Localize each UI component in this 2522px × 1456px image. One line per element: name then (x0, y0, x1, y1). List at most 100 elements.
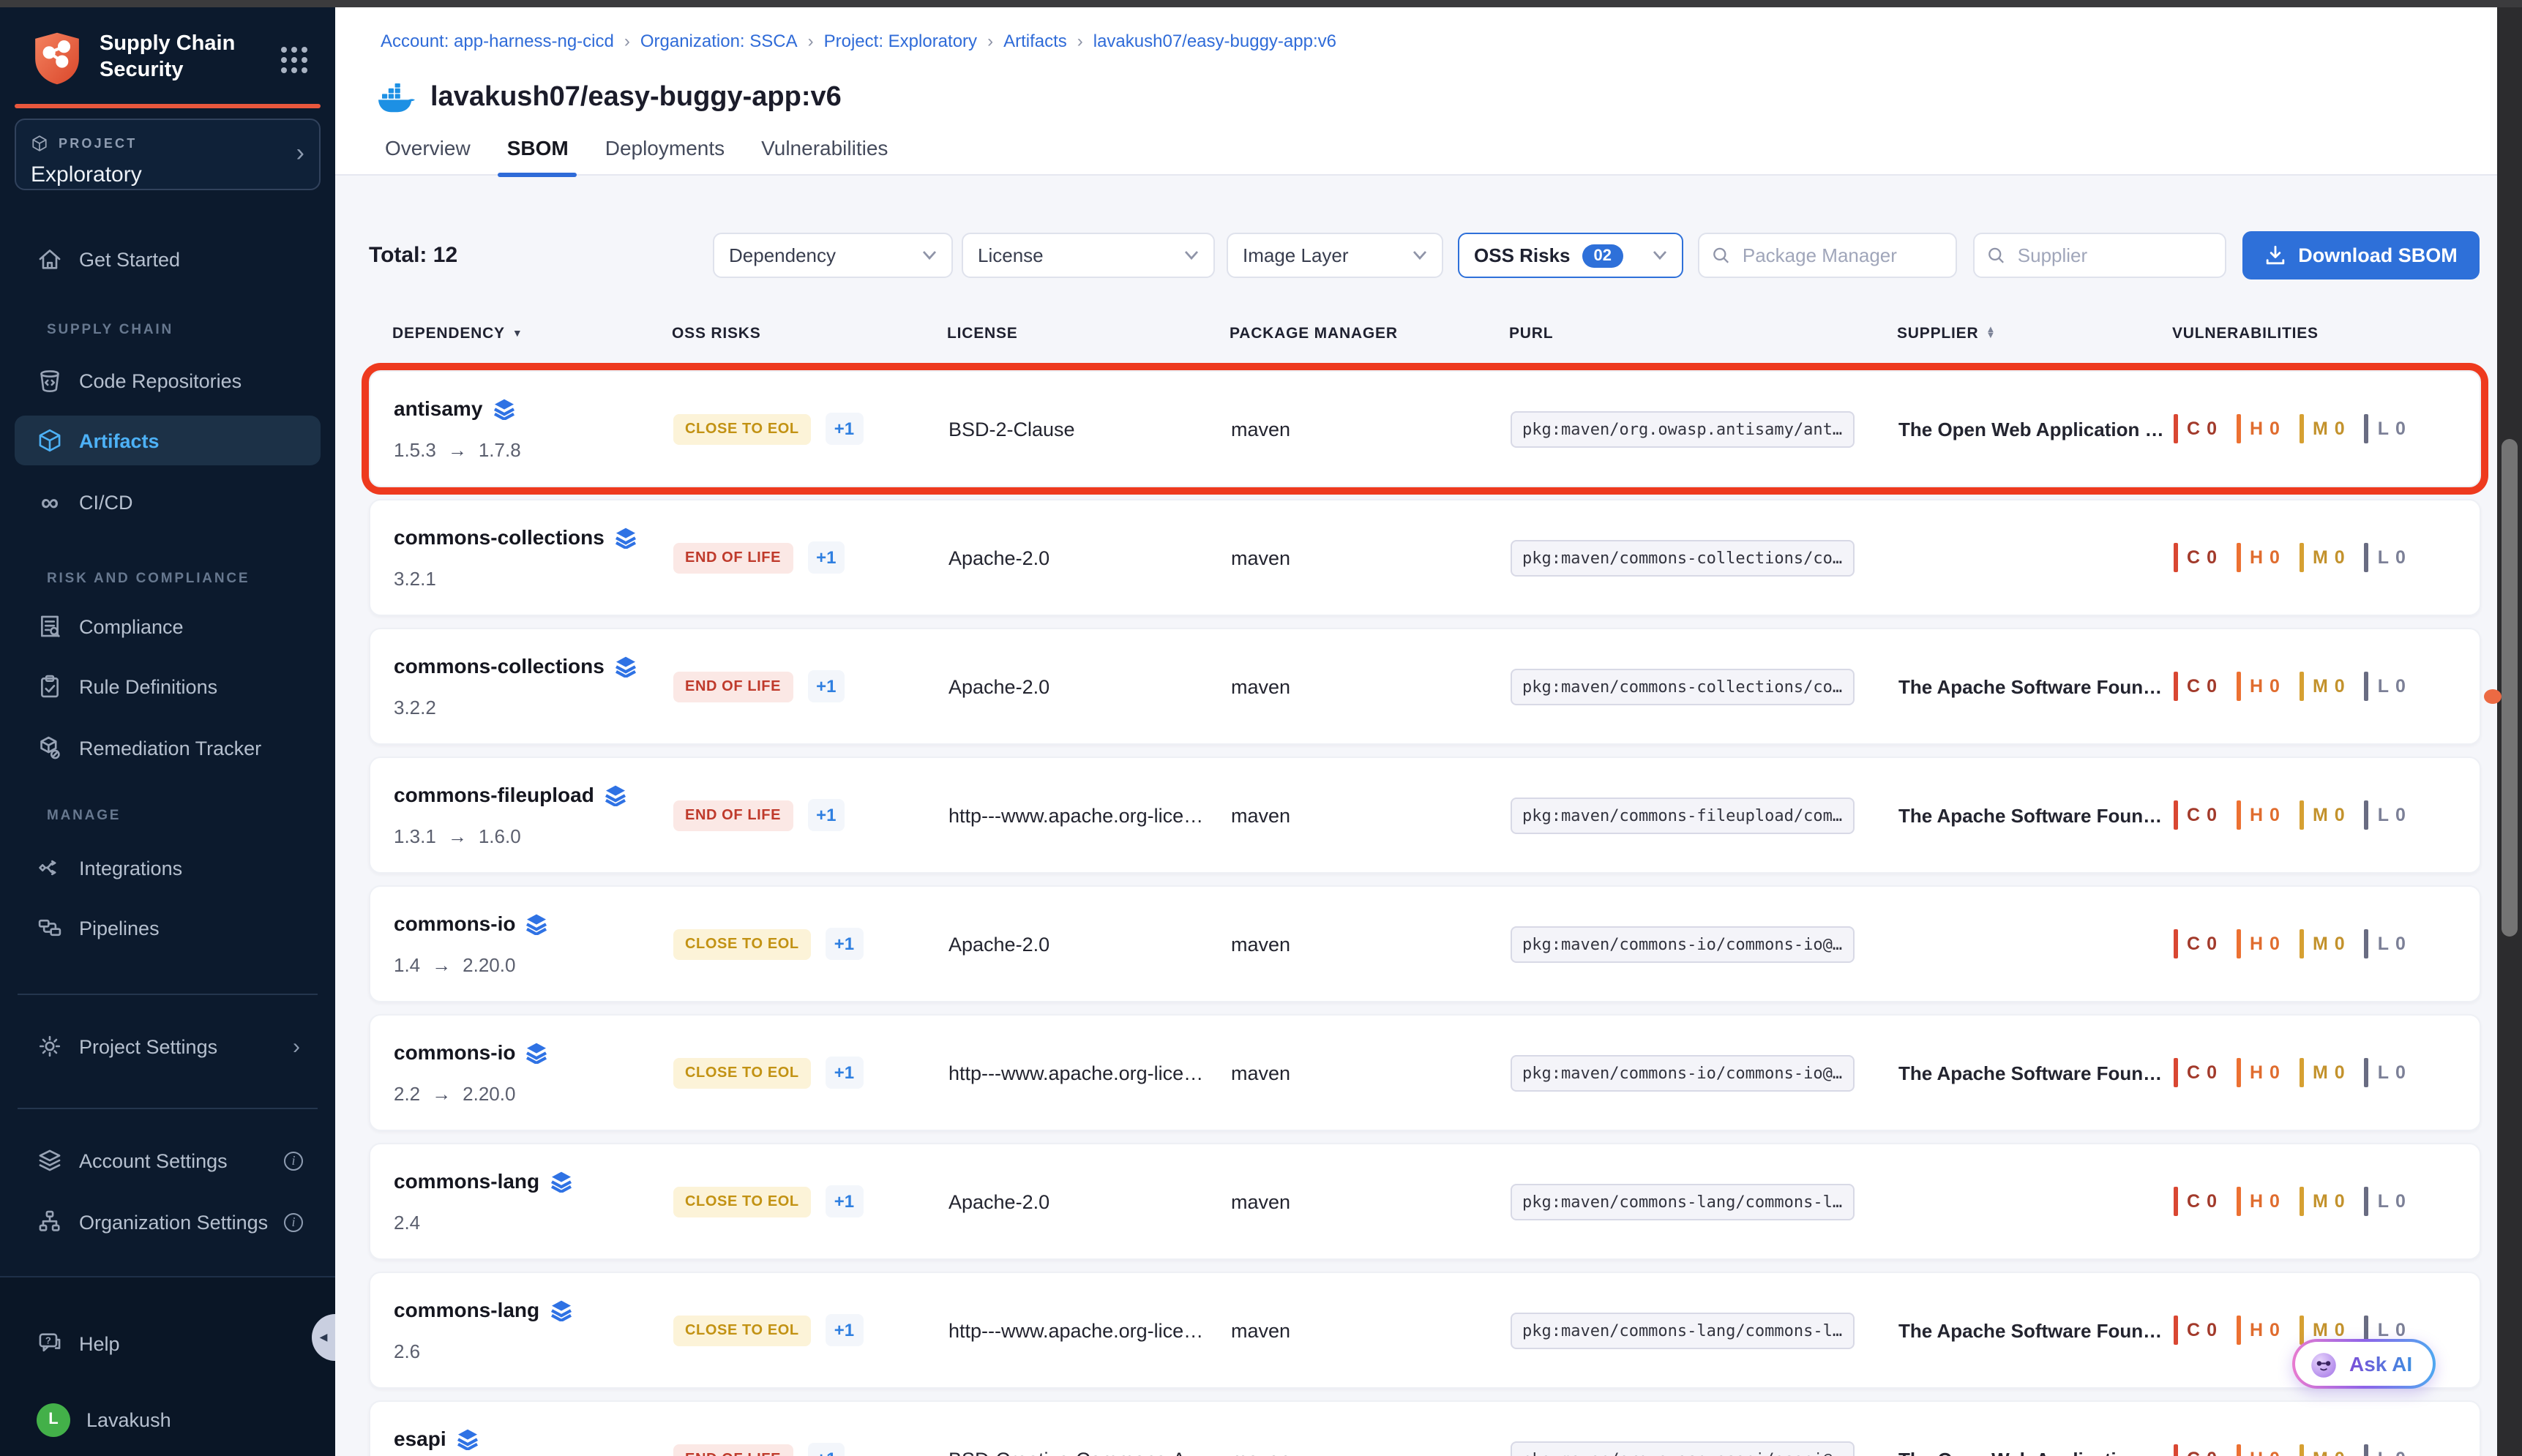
column-vulnerabilities[interactable]: VULNERABILITIES (2172, 325, 2481, 342)
sidebar-item-help[interactable]: ? Help (15, 1318, 321, 1368)
purl-value[interactable]: pkg:maven/commons-fileupload/com… (1511, 797, 1854, 833)
breadcrumb-artifact-name[interactable]: lavakush07/easy-buggy-app:v6 (1093, 31, 1336, 51)
page-header: Account: app-harness-ng-cicd › Organizat… (335, 7, 2497, 176)
breadcrumb-organization[interactable]: Organization: SSCA (640, 31, 798, 51)
high-count: H0 (2237, 1058, 2280, 1087)
purl-value[interactable]: pkg:maven/org.owasp.esapi/esapi@… (1511, 1441, 1854, 1456)
user-menu[interactable]: L Lavakush (15, 1395, 321, 1444)
vulnerabilities-cell: C0 H0 M0 L0 (2174, 887, 2480, 1001)
dependency-filter-dropdown[interactable]: Dependency (713, 233, 953, 278)
breadcrumb-artifacts[interactable]: Artifacts (1003, 31, 1067, 51)
more-risks-badge[interactable]: +1 (826, 413, 863, 445)
image-layer-filter-dropdown[interactable]: Image Layer (1227, 233, 1443, 278)
supplier-cell (1898, 500, 2174, 615)
purl-cell: pkg:maven/org.owasp.antisamy/ant… (1511, 372, 1898, 486)
sidebar-item-organization-settings[interactable]: Organization Settings i (15, 1197, 321, 1247)
table-row[interactable]: commons-collections 3.2.2 END OF LIFE +1… (369, 628, 2481, 745)
purl-value[interactable]: pkg:maven/commons-io/commons-io@… (1511, 926, 1854, 962)
purl-value[interactable]: pkg:maven/org.owasp.antisamy/ant… (1511, 410, 1854, 447)
sidebar-item-artifacts[interactable]: Artifacts (15, 416, 321, 465)
more-risks-badge[interactable]: +1 (826, 1057, 863, 1089)
chevron-right-icon: › (296, 139, 304, 168)
dependency-cell: commons-lang 2.4 (394, 1144, 673, 1258)
more-risks-badge[interactable]: +1 (807, 670, 845, 702)
breadcrumb-project[interactable]: Project: Exploratory (824, 31, 977, 51)
oss-risks-filter-dropdown[interactable]: OSS Risks 02 (1458, 233, 1683, 278)
sidebar-item-get-started[interactable]: Get Started (15, 234, 321, 284)
info-icon[interactable]: i (284, 1212, 303, 1231)
download-sbom-button[interactable]: Download SBOM (2242, 231, 2480, 279)
package-manager-cell: maven (1231, 500, 1511, 615)
tab-overview[interactable]: Overview (376, 130, 479, 177)
high-count: H0 (2237, 1444, 2280, 1456)
column-oss-risks[interactable]: OSS RISKS (672, 325, 947, 342)
sidebar-item-project-settings[interactable]: Project Settings › (15, 1021, 321, 1071)
project-selector[interactable]: PROJECT Exploratory › (15, 119, 321, 190)
column-supplier[interactable]: SUPPLIER▲▼ (1897, 325, 2172, 342)
table-row[interactable]: commons-lang 2.6 CLOSE TO EOL +1 http---… (369, 1272, 2481, 1389)
supplier-search-input[interactable] (2015, 243, 2212, 268)
table-row[interactable]: commons-fileupload 1.3.1 → 1.6.0 END OF … (369, 757, 2481, 874)
tab-sbom[interactable]: SBOM (498, 130, 577, 177)
browser-chrome-strip (0, 0, 2522, 7)
sidebar-item-integrations[interactable]: Integrations (15, 843, 321, 893)
tab-vulnerabilities[interactable]: Vulnerabilities (752, 130, 897, 177)
tab-deployments[interactable]: Deployments (596, 130, 733, 177)
supplier-search[interactable] (1973, 233, 2226, 278)
purl-value[interactable]: pkg:maven/commons-collections/co… (1511, 668, 1854, 705)
more-risks-badge[interactable]: +1 (807, 541, 845, 574)
ask-ai-button[interactable]: Ask AI (2292, 1339, 2436, 1389)
chevron-right-icon: › (293, 1034, 300, 1059)
purl-value[interactable]: pkg:maven/commons-io/commons-io@… (1511, 1054, 1854, 1091)
more-risks-badge[interactable]: +1 (807, 799, 845, 831)
shield-logo-icon (32, 31, 82, 86)
table-row[interactable]: commons-lang 2.4 CLOSE TO EOL +1 Apache-… (369, 1143, 2481, 1260)
medium-count: M0 (2300, 672, 2346, 701)
vulnerabilities-cell: C0 H0 M0 L0 (2174, 629, 2480, 743)
chevron-down-icon (1653, 250, 1667, 260)
scrollbar-thumb[interactable] (2502, 439, 2518, 937)
project-label: PROJECT (59, 136, 137, 151)
column-purl[interactable]: PURL (1509, 325, 1897, 342)
table-row[interactable]: commons-io 1.4 → 2.20.0 CLOSE TO EOL +1 … (369, 885, 2481, 1002)
table-row[interactable]: antisamy 1.5.3 → 1.7.8 CLOSE TO EOL +1 B… (369, 370, 2481, 487)
package-manager-search[interactable] (1698, 233, 1957, 278)
version-from: 1.5.3 (394, 439, 436, 461)
table-row[interactable]: commons-io 2.2 → 2.20.0 CLOSE TO EOL +1 … (369, 1014, 2481, 1131)
layers-icon (615, 526, 637, 548)
column-package-manager[interactable]: PACKAGE MANAGER (1230, 325, 1509, 342)
dependency-cell: commons-lang 2.6 (394, 1273, 673, 1387)
medium-count: M0 (2300, 414, 2346, 443)
more-risks-badge[interactable]: +1 (826, 1185, 863, 1217)
sidebar-item-cicd[interactable]: ∞ CI/CD (15, 477, 321, 527)
vertical-scrollbar[interactable] (2497, 7, 2522, 1456)
purl-value[interactable]: pkg:maven/commons-collections/co… (1511, 539, 1854, 576)
more-risks-badge[interactable]: +1 (826, 1314, 863, 1346)
purl-cell: pkg:maven/org.owasp.esapi/esapi@… (1511, 1402, 1898, 1456)
column-dependency[interactable]: DEPENDENCY▼ (392, 325, 672, 342)
breadcrumb-account[interactable]: Account: app-harness-ng-cicd (381, 31, 614, 51)
sidebar-item-rule-definitions[interactable]: Rule Definitions (15, 661, 321, 711)
sidebar-item-account-settings[interactable]: Account Settings i (15, 1136, 321, 1185)
more-risks-badge[interactable]: +1 (807, 1443, 845, 1456)
purl-cell: pkg:maven/commons-io/commons-io@… (1511, 1016, 1898, 1130)
more-risks-badge[interactable]: +1 (826, 928, 863, 960)
sidebar-item-code-repositories[interactable]: Code Repositories (15, 356, 321, 405)
purl-value[interactable]: pkg:maven/commons-lang/commons-l… (1511, 1312, 1854, 1348)
version-range: 3.2.2 (394, 697, 436, 718)
package-manager-search-input[interactable] (1740, 243, 1942, 268)
sidebar-item-compliance[interactable]: Compliance (15, 601, 321, 651)
app-switcher-icon[interactable] (281, 47, 307, 73)
purl-value[interactable]: pkg:maven/commons-lang/commons-l… (1511, 1183, 1854, 1220)
column-license[interactable]: LICENSE (947, 325, 1230, 342)
version-from: 3.2.2 (394, 697, 436, 718)
high-count: H0 (2237, 672, 2280, 701)
info-icon[interactable]: i (284, 1151, 303, 1170)
sidebar-item-pipelines[interactable]: Pipelines (15, 903, 321, 953)
sidebar-item-remediation-tracker[interactable]: Remediation Tracker (15, 723, 321, 773)
table-row[interactable]: esapi END OF LIFE +1 BSD-Creative-Common… (369, 1400, 2481, 1456)
license-filter-dropdown[interactable]: License (962, 233, 1215, 278)
chevron-down-icon (922, 250, 937, 260)
table-row[interactable]: commons-collections 3.2.1 END OF LIFE +1… (369, 499, 2481, 616)
product-logo[interactable]: Supply Chain Security (32, 31, 310, 86)
